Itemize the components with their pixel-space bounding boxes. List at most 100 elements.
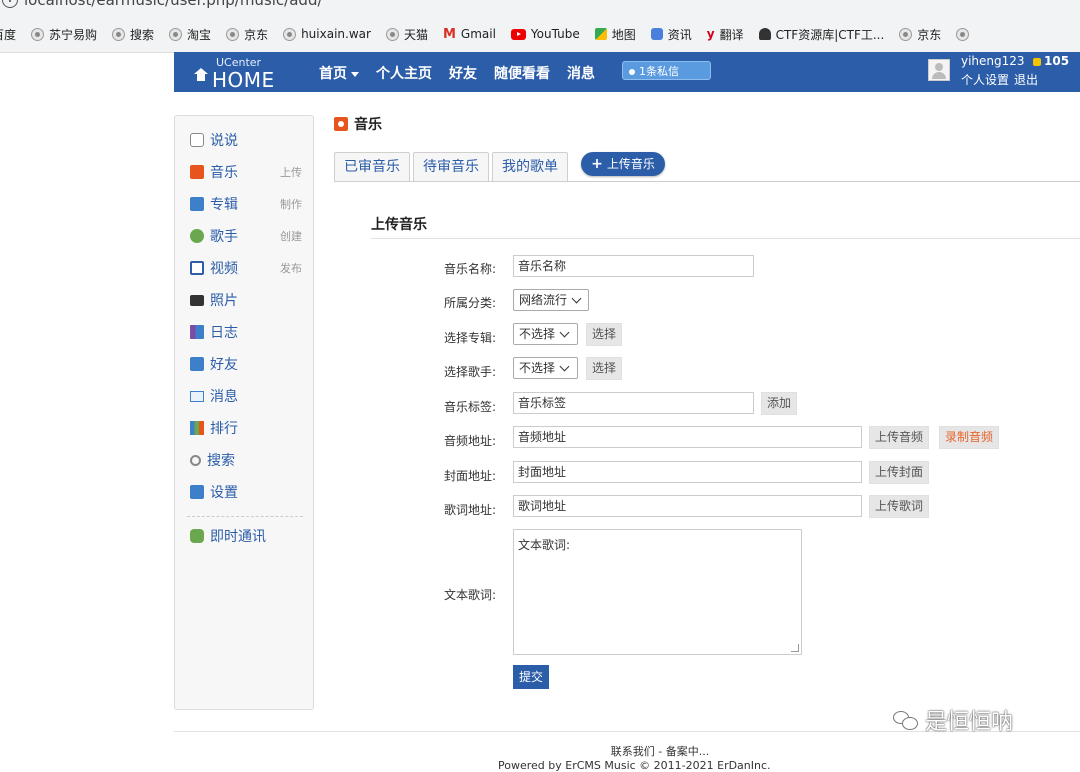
nav-profile[interactable]: 个人主页	[376, 63, 432, 83]
album-label: 选择专辑:	[443, 331, 496, 345]
nav-messages[interactable]: 消息	[567, 63, 595, 83]
caret-down-icon	[351, 71, 359, 77]
choose-singer-button[interactable]: 选择	[586, 357, 623, 380]
tab-approved-music[interactable]: 已审音乐	[334, 152, 410, 182]
bookmark-baidu[interactable]: 百度	[0, 26, 16, 43]
bookmark-suning[interactable]: 苏宁易购	[31, 26, 97, 43]
bookmark-ctf[interactable]: CTF资源库|CTF工...	[758, 26, 884, 43]
submit-button[interactable]: 提交	[513, 665, 549, 689]
sidebar-item-messages[interactable]: 消息	[190, 386, 302, 406]
sidebar-item-chat[interactable]: 即时通讯	[190, 526, 302, 546]
lyrics-url-label: 歌词地址:	[443, 503, 496, 517]
album-select[interactable]: 不选择	[513, 323, 578, 345]
address-bar[interactable]: i localhost/earmusic/user.php/music/add/	[0, 0, 323, 10]
sidebar-item-video[interactable]: 视频 发布	[190, 258, 302, 278]
nav-home[interactable]: 首页	[319, 63, 359, 83]
chat-icon	[190, 529, 204, 543]
create-singer-link[interactable]: 创建	[280, 228, 302, 244]
audio-url-input[interactable]: 音频地址	[513, 426, 862, 448]
resize-handle-icon[interactable]	[791, 644, 799, 652]
bookmark-tmall[interactable]: 天猫	[385, 26, 428, 43]
bookmark-search[interactable]: 搜索	[112, 26, 154, 43]
choose-album-button[interactable]: 选择	[586, 323, 623, 346]
main-content: 音乐 已审音乐 待审音乐 我的歌单 + 上传音乐 上传音乐 音乐名称: 音乐名称 …	[334, 110, 1080, 730]
sidebar-item-settings[interactable]: 设置	[190, 482, 302, 502]
sidebar-item-music[interactable]: 音乐 上传	[190, 162, 302, 182]
category-label: 所属分类:	[443, 296, 496, 310]
upload-lyrics-button[interactable]: 上传歌词	[869, 495, 930, 518]
bookmark-huixain[interactable]: huixain.war	[283, 27, 371, 41]
footer-links[interactable]: 联系我们 - 备案中...	[0, 743, 1080, 759]
logout-link[interactable]: 退出	[1014, 71, 1038, 88]
ucenter-logo[interactable]: UCenter HOME	[194, 55, 284, 92]
cover-label: 封面地址:	[443, 469, 496, 483]
bookmark-translate[interactable]: y 翻译	[707, 26, 744, 43]
sidebar-item-ranking[interactable]: 排行	[190, 418, 302, 438]
sidebar-item-blog[interactable]: 日志	[190, 322, 302, 342]
name-label: 音乐名称:	[443, 262, 496, 276]
youtube-icon	[510, 28, 526, 40]
youdao-icon: y	[706, 27, 715, 41]
sidebar-item-singer[interactable]: 歌手 创建	[190, 226, 302, 246]
tab-my-playlists[interactable]: 我的歌单	[492, 152, 568, 182]
tab-pending-music[interactable]: 待审音乐	[413, 152, 489, 182]
video-icon	[190, 261, 204, 275]
username[interactable]: yiheng123	[961, 54, 1025, 68]
bookmark-news[interactable]: 资讯	[650, 26, 692, 43]
nav-friends[interactable]: 好友	[449, 63, 477, 83]
add-tag-button[interactable]: 添加	[761, 392, 798, 415]
gmail-icon: M	[442, 26, 456, 42]
coin-count: 105	[1033, 54, 1069, 68]
info-icon[interactable]: i	[2, 0, 18, 8]
tags-label: 音乐标签:	[443, 400, 496, 414]
category-select[interactable]: 网络流行	[513, 289, 589, 311]
cover-url-input[interactable]: 封面地址	[513, 461, 862, 483]
bookmark-more[interactable]	[956, 27, 970, 41]
search-icon	[190, 454, 201, 466]
singer-select[interactable]: 不选择	[513, 357, 578, 379]
form-title: 上传音乐	[371, 217, 427, 233]
speech-bubble-icon	[190, 133, 204, 147]
create-album-link[interactable]: 制作	[280, 196, 302, 212]
bookmark-map[interactable]: 地图	[594, 26, 636, 43]
plus-icon: +	[591, 156, 603, 172]
sidebar-item-friends[interactable]: 好友	[190, 354, 302, 374]
bookmarks-bar: 百度 苏宁易购 搜索 淘宝 京东 huixain.war 天猫 MGmail Y…	[0, 24, 984, 44]
bookmark-youtube[interactable]: YouTube	[510, 27, 580, 41]
lyrics-url-input[interactable]: 歌词地址	[513, 495, 862, 517]
sidebar-item-search[interactable]: 搜索	[190, 450, 302, 470]
bookmark-jd-2[interactable]: 京东	[899, 26, 941, 43]
bookmark-gmail[interactable]: M Gmail	[443, 27, 496, 42]
section-title: 音乐	[334, 114, 382, 134]
sidebar-item-photos[interactable]: 照片	[190, 290, 302, 310]
record-audio-button[interactable]: 录制音频	[939, 426, 1000, 449]
publish-video-link[interactable]: 发布	[280, 260, 302, 276]
settings-link[interactable]: 个人设置	[961, 71, 1009, 88]
avatar[interactable]	[928, 59, 950, 81]
upload-music-button[interactable]: + 上传音乐	[581, 152, 665, 176]
music-tags-input[interactable]: 音乐标签	[513, 392, 754, 414]
music-icon	[190, 165, 204, 179]
url-text[interactable]: localhost/earmusic/user.php/music/add/	[24, 0, 323, 9]
sidebar-item-album[interactable]: 专辑 制作	[190, 194, 302, 214]
upload-cover-button[interactable]: 上传封面	[869, 461, 930, 484]
lyrics-textarea[interactable]: 文本歌词:	[513, 529, 802, 655]
spy-icon	[758, 28, 771, 40]
lyrics-text-label: 文本歌词:	[443, 588, 496, 602]
coin-icon	[1033, 57, 1041, 66]
audio-label: 音频地址:	[443, 434, 496, 448]
sidebar-item-status[interactable]: 说说	[190, 130, 302, 150]
music-name-input[interactable]: 音乐名称	[513, 255, 754, 277]
private-message-badge[interactable]: 1条私信	[622, 61, 711, 80]
bookmark-jd[interactable]: 京东	[226, 26, 268, 43]
map-icon	[594, 28, 607, 40]
nav-browse[interactable]: 随便看看	[494, 63, 550, 83]
bookmark-taobao[interactable]: 淘宝	[169, 26, 211, 43]
singer-icon	[190, 229, 204, 243]
upload-music-link[interactable]: 上传	[280, 164, 302, 180]
music-tabs: 已审音乐 待审音乐 我的歌单	[334, 152, 568, 182]
browser-chrome: i localhost/earmusic/user.php/music/add/…	[0, 0, 1080, 53]
upload-audio-button[interactable]: 上传音频	[869, 426, 930, 449]
top-navbar: UCenter HOME 首页 个人主页 好友 随便看看 消息 1条私信 yih…	[174, 52, 1080, 92]
bar-chart-icon	[190, 421, 204, 435]
